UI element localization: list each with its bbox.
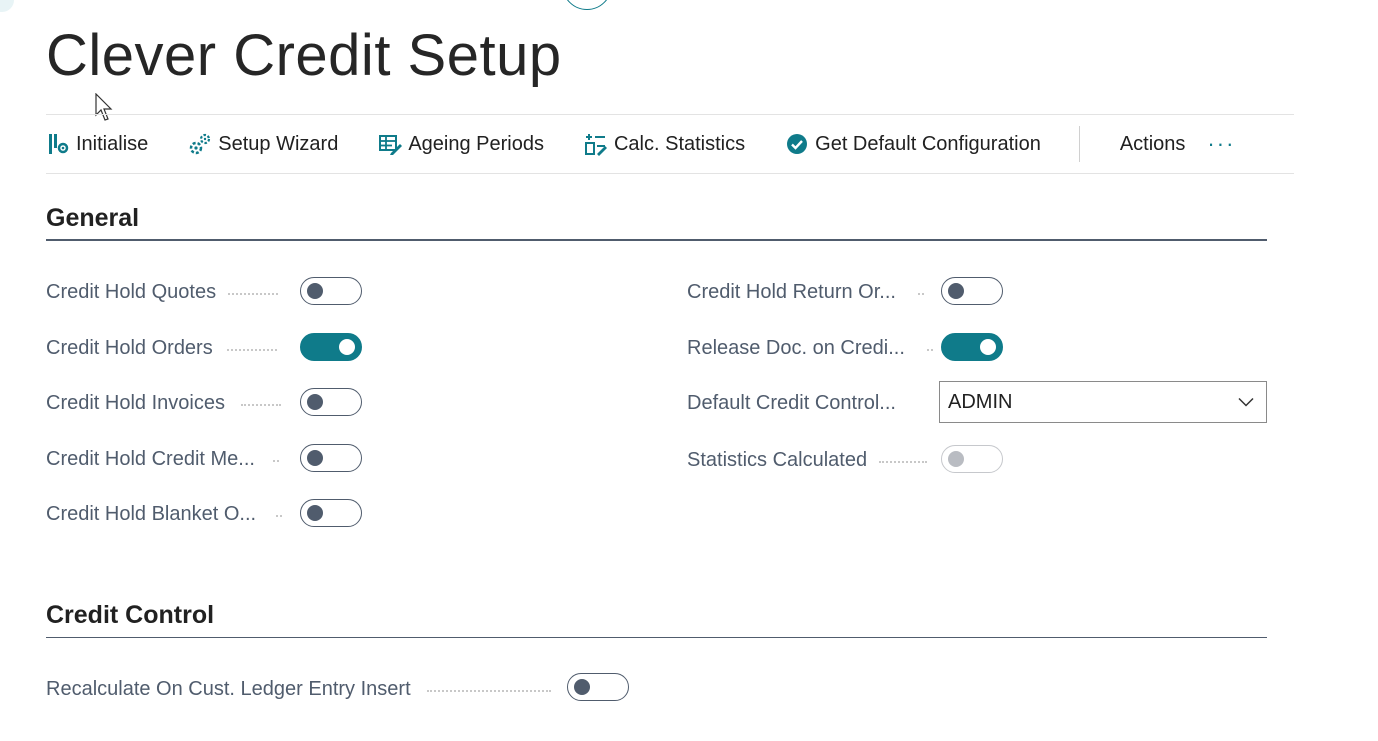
label-dots xyxy=(426,690,551,692)
default-credit-controller-select[interactable]: ADMIN xyxy=(939,381,1267,423)
more-options-icon: ··· xyxy=(1207,131,1236,156)
field-release-doc-on-credit: Release Doc. on Credi... xyxy=(687,333,933,363)
label-dots xyxy=(226,349,277,351)
label-dots xyxy=(240,404,281,406)
corner-decoration xyxy=(0,0,14,12)
field-default-credit-controller: Default Credit Control... xyxy=(687,388,896,418)
toggle-knob xyxy=(980,339,996,355)
field-credit-hold-orders: Credit Hold Orders xyxy=(46,333,277,363)
field-label: Credit Hold Orders xyxy=(46,336,213,359)
calc-statistics-label: Calc. Statistics xyxy=(613,132,746,155)
field-label: Credit Hold Invoices xyxy=(46,391,225,414)
label-dots xyxy=(879,461,928,463)
field-label: Credit Hold Return Or... xyxy=(687,280,896,303)
setup-wizard-label: Setup Wizard xyxy=(218,132,339,155)
label-dots xyxy=(272,460,279,462)
field-label: Credit Hold Credit Me... xyxy=(46,447,255,470)
get-default-configuration-action[interactable]: Get Default Configuration xyxy=(785,132,1041,156)
field-statistics-calculated: Statistics Calculated xyxy=(687,445,928,475)
credit-hold-return-orders-toggle[interactable] xyxy=(941,277,1003,305)
release-doc-on-credit-toggle[interactable] xyxy=(941,333,1003,361)
label-dots xyxy=(926,349,933,351)
credit-hold-orders-toggle[interactable] xyxy=(300,333,362,361)
field-credit-hold-blanket-orders: Credit Hold Blanket O... xyxy=(46,499,283,529)
more-options-button[interactable]: ··· xyxy=(1207,131,1235,157)
field-credit-hold-credit-memos: Credit Hold Credit Me... xyxy=(46,444,279,474)
action-bar: Initialise Setup Wizard Ageing Periods C… xyxy=(46,114,1294,174)
field-label: Statistics Calculated xyxy=(687,448,868,471)
credit-hold-credit-memos-toggle[interactable] xyxy=(300,444,362,472)
top-circle-decoration xyxy=(562,0,612,10)
credit-control-section-title[interactable]: Credit Control xyxy=(46,601,214,630)
initialise-action[interactable]: Initialise xyxy=(46,132,148,156)
toggle-knob xyxy=(574,679,590,695)
statistics-calculated-toggle xyxy=(941,445,1003,473)
recalculate-on-ledger-insert-toggle[interactable] xyxy=(567,673,629,701)
table-edit-icon xyxy=(378,132,403,156)
calc-statistics-action[interactable]: Calc. Statistics xyxy=(584,132,745,156)
wrench-gear-icon xyxy=(46,132,70,156)
initialise-label: Initialise xyxy=(76,132,149,155)
label-dots xyxy=(917,293,924,295)
credit-hold-quotes-toggle[interactable] xyxy=(300,277,362,305)
field-label: Release Doc. on Credi... xyxy=(687,336,905,359)
field-recalculate-on-cust-ledger-entry-insert: Recalculate On Cust. Ledger Entry Insert xyxy=(46,674,551,704)
toggle-knob xyxy=(948,283,964,299)
general-section-rule xyxy=(46,239,1267,241)
field-credit-hold-invoices: Credit Hold Invoices xyxy=(46,388,281,418)
credit-hold-invoices-toggle[interactable] xyxy=(300,388,362,416)
actions-menu-button[interactable]: Actions xyxy=(1120,133,1186,156)
select-value: ADMIN xyxy=(948,390,1013,413)
check-circle-icon xyxy=(785,132,809,156)
credit-hold-blanket-orders-toggle[interactable] xyxy=(300,499,362,527)
toggle-knob xyxy=(307,505,323,521)
get-default-configuration-label: Get Default Configuration xyxy=(815,132,1041,155)
toggle-knob xyxy=(307,450,323,466)
field-label: Recalculate On Cust. Ledger Entry Insert xyxy=(46,677,411,700)
credit-control-section-rule xyxy=(46,637,1267,638)
page-title: Clever Credit Setup xyxy=(46,23,562,88)
field-label: Credit Hold Blanket O... xyxy=(46,502,257,525)
field-credit-hold-quotes: Credit Hold Quotes xyxy=(46,277,279,307)
field-label: Default Credit Control... xyxy=(687,391,896,414)
action-separator xyxy=(1078,126,1080,162)
calc-list-icon xyxy=(584,132,608,156)
actions-menu-label: Actions xyxy=(1119,132,1186,155)
field-label: Credit Hold Quotes xyxy=(46,280,217,303)
wizard-gears-icon xyxy=(188,132,212,156)
label-dots xyxy=(276,515,283,517)
chevron-down-icon xyxy=(1238,397,1254,407)
setup-wizard-action[interactable]: Setup Wizard xyxy=(188,132,338,156)
field-credit-hold-return-orders: Credit Hold Return Or... xyxy=(687,277,924,307)
label-dots xyxy=(228,293,279,295)
toggle-knob xyxy=(307,394,323,410)
toggle-knob xyxy=(948,451,964,467)
ageing-periods-action[interactable]: Ageing Periods xyxy=(378,132,544,156)
toggle-knob xyxy=(307,283,323,299)
toggle-knob xyxy=(339,339,355,355)
general-section-title[interactable]: General xyxy=(46,204,139,233)
ageing-periods-label: Ageing Periods xyxy=(408,132,544,155)
